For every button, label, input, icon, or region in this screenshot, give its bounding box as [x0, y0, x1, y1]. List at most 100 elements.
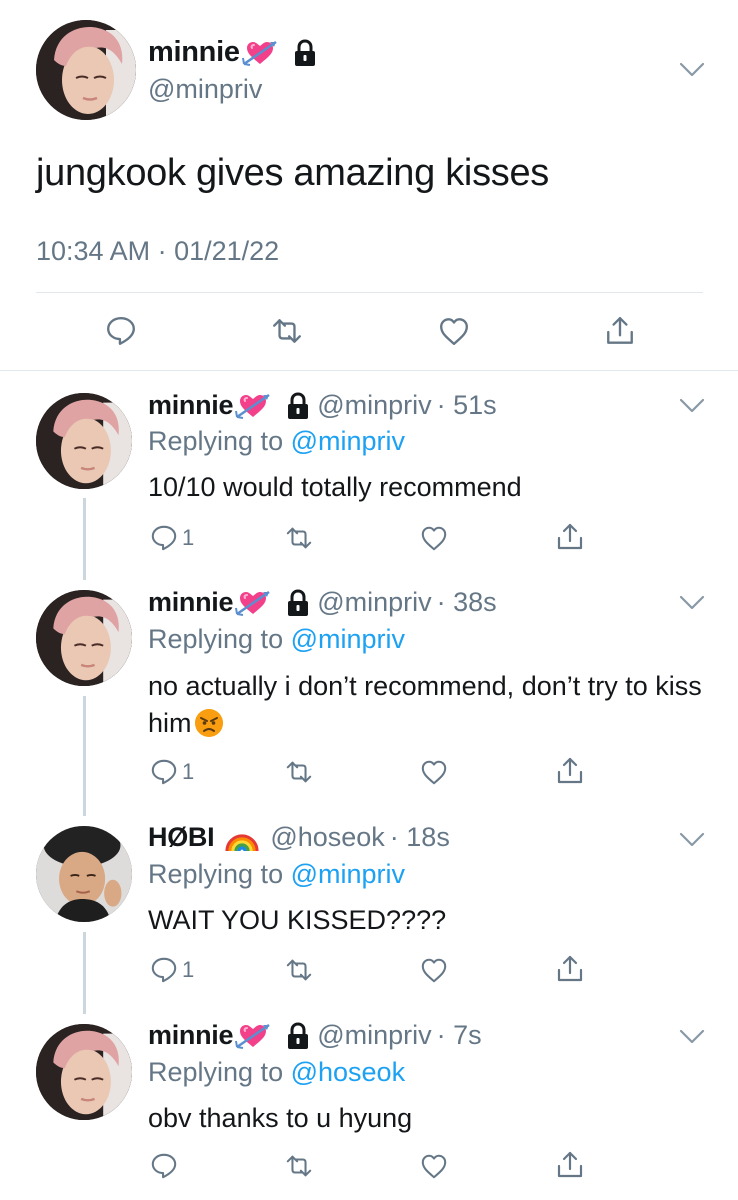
retweet-icon	[286, 527, 312, 549]
lock-icon	[293, 39, 317, 67]
reply-icon	[107, 317, 135, 345]
heart-icon	[421, 1154, 447, 1179]
chevron-down-icon[interactable]	[678, 60, 706, 80]
thread-line	[83, 696, 86, 816]
main-tweet-handle[interactable]: @minpriv	[148, 74, 262, 105]
share-button[interactable]	[555, 1150, 585, 1180]
tweet-age: · 18s	[389, 822, 450, 852]
main-tweet-author[interactable]: minnie	[148, 36, 318, 69]
heart-icon	[421, 958, 447, 983]
reply-text-content: no actually i don’t recommend, don’t try…	[148, 671, 702, 738]
reply-icon	[151, 1153, 177, 1179]
tweet-age: · 7s	[436, 1020, 482, 1050]
reply-button[interactable]	[105, 315, 137, 347]
lock-icon	[286, 1022, 310, 1050]
share-button[interactable]	[555, 522, 585, 552]
replying-to-label: Replying to	[148, 1057, 291, 1087]
replying-to: Replying to @minpriv	[148, 426, 405, 457]
reply-count: 1	[182, 525, 195, 550]
thread-line	[83, 498, 86, 580]
heart-icon	[440, 318, 468, 345]
reply-text: no actually i don’t recommend, don’t try…	[148, 668, 708, 742]
mention-link[interactable]: @minpriv	[291, 859, 405, 889]
author-name[interactable]: minnie	[148, 587, 234, 618]
like-button[interactable]	[420, 524, 448, 552]
retweet-icon	[273, 319, 301, 343]
reply-count: 1	[182, 957, 195, 982]
lock-icon	[286, 589, 310, 617]
reply-icon	[151, 525, 177, 551]
replying-to: Replying to @minpriv	[148, 859, 405, 890]
main-tweet-avatar[interactable]	[36, 20, 136, 120]
sparkling-heart-arrow-icon	[241, 40, 277, 66]
chevron-down-icon[interactable]	[678, 830, 706, 850]
reply-header: minnie @minpriv · 7s	[148, 1020, 482, 1051]
like-button[interactable]	[420, 758, 448, 786]
share-icon	[557, 757, 583, 784]
like-button[interactable]	[420, 956, 448, 984]
author-name[interactable]: HØBI	[148, 822, 215, 853]
retweet-button[interactable]	[285, 524, 313, 552]
reply-avatar[interactable]	[36, 590, 132, 686]
share-button[interactable]	[555, 954, 585, 984]
retweet-button[interactable]	[285, 758, 313, 786]
share-icon	[557, 955, 583, 982]
reply-button[interactable]: 1	[150, 758, 194, 786]
author-name[interactable]: minnie	[148, 1020, 234, 1051]
reply-icon	[151, 759, 177, 785]
author-handle[interactable]: @minpriv	[317, 587, 431, 618]
reply-header: HØBI @hoseok · 18s	[148, 822, 450, 853]
replying-to: Replying to @minpriv	[148, 624, 405, 655]
like-button[interactable]	[420, 1152, 448, 1180]
sparkling-heart-arrow-icon	[235, 393, 271, 419]
chevron-down-icon[interactable]	[678, 593, 706, 613]
author-handle[interactable]: @minpriv	[317, 1020, 431, 1051]
sparkling-heart-arrow-icon	[235, 590, 271, 616]
retweet-button[interactable]	[285, 956, 313, 984]
author-handle[interactable]: @hoseok	[270, 822, 384, 853]
mention-link[interactable]: @minpriv	[291, 624, 405, 654]
chevron-down-icon[interactable]	[678, 1027, 706, 1047]
reply-button[interactable]	[150, 1152, 178, 1180]
reply-avatar[interactable]	[36, 826, 132, 922]
main-tweet-timestamp[interactable]: 10:34 AM · 01/21/22	[36, 236, 279, 267]
mention-link[interactable]: @minpriv	[291, 426, 405, 456]
retweet-button[interactable]	[285, 1152, 313, 1180]
reply-button[interactable]: 1	[150, 524, 194, 552]
reply-header: minnie @minpriv · 38s	[148, 587, 497, 618]
like-button[interactable]	[438, 315, 470, 347]
reply-avatar[interactable]	[36, 393, 132, 489]
retweet-icon	[286, 1155, 312, 1177]
reply-header: minnie @minpriv · 51s	[148, 390, 497, 421]
retweet-icon	[286, 959, 312, 981]
chevron-down-icon[interactable]	[678, 396, 706, 416]
reply-text: WAIT YOU KISSED????	[148, 905, 447, 935]
share-button[interactable]	[604, 315, 636, 347]
reply-text: 10/10 would totally recommend	[148, 472, 522, 502]
reply-avatar[interactable]	[36, 1024, 132, 1120]
divider	[36, 292, 703, 293]
reply-icon	[151, 957, 177, 983]
share-icon	[607, 317, 633, 344]
reply-count: 1	[182, 759, 195, 784]
author-handle[interactable]: @minpriv	[317, 390, 431, 421]
thread-line	[83, 932, 86, 1014]
retweet-button[interactable]	[271, 315, 303, 347]
author-name: minnie	[148, 36, 240, 68]
share-icon	[557, 1151, 583, 1178]
reply-button[interactable]: 1	[150, 956, 194, 984]
tweet-age: · 51s	[436, 390, 497, 420]
replying-to-label: Replying to	[148, 426, 291, 456]
share-icon	[557, 523, 583, 550]
replying-to: Replying to @hoseok	[148, 1057, 405, 1088]
heart-icon	[421, 526, 447, 551]
share-button[interactable]	[555, 756, 585, 786]
author-name[interactable]: minnie	[148, 390, 234, 421]
angry-face-icon	[193, 708, 224, 738]
lock-icon	[286, 392, 310, 420]
heart-icon	[421, 760, 447, 785]
main-tweet-text: jungkook gives amazing kisses	[36, 152, 550, 194]
replying-to-label: Replying to	[148, 624, 291, 654]
divider	[0, 370, 738, 371]
mention-link[interactable]: @hoseok	[291, 1057, 405, 1087]
